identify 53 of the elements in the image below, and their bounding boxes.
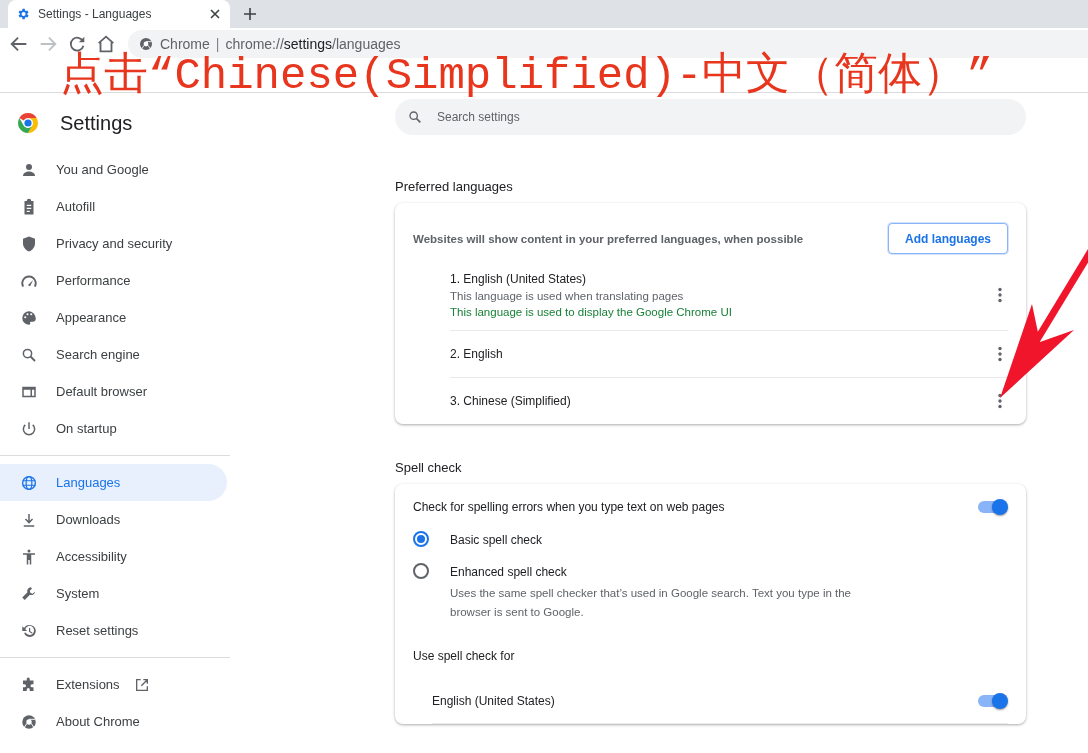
sidebar-item[interactable]: Languages — [0, 464, 227, 501]
setting-label: Check for spelling errors when you type text on web pages — [413, 499, 725, 514]
sidebar-item[interactable]: Performance — [0, 262, 227, 299]
chrome-icon — [138, 36, 154, 52]
sidebar-item[interactable]: Search engine — [0, 336, 227, 373]
option-label: Basic spell check — [450, 533, 543, 547]
menu-item-icon — [20, 584, 38, 603]
sidebar-item[interactable]: You and Google — [0, 151, 227, 188]
menu-item-icon — [20, 712, 38, 731]
chrome-logo — [16, 111, 40, 135]
sidebar-item[interactable]: About Chrome — [0, 703, 227, 740]
browser-tab[interactable]: Settings - Languages — [8, 0, 230, 28]
language-note: This language is used when translating pages — [450, 290, 685, 302]
sidebar-item[interactable]: Downloads — [0, 501, 227, 538]
language-name: 2. English — [450, 347, 503, 361]
sidebar-item[interactable]: On startup — [0, 410, 227, 447]
search-field[interactable]: Search settings — [395, 99, 1026, 135]
add-languages-button[interactable]: Add languages — [888, 223, 1008, 254]
menu-item-icon — [20, 419, 38, 438]
language-name: English (United States) — [432, 693, 555, 708]
toggle-switch[interactable] — [976, 498, 1008, 515]
radio-button[interactable] — [413, 531, 429, 547]
sidebar-item[interactable]: Extensions — [0, 666, 227, 703]
language-name: 3. Chinese (Simplified) — [450, 394, 571, 408]
sidebar-item[interactable]: Accessibility — [0, 538, 227, 575]
radio-button[interactable] — [413, 563, 429, 579]
new-tab-icon[interactable] — [242, 6, 258, 22]
language-name: 1. English (United States) — [450, 272, 588, 286]
option-description: Uses the same spell checker that’s used in Google search. Text you type in the browser is sent to Google. — [450, 586, 853, 620]
close-icon[interactable] — [208, 7, 222, 21]
sidebar-item[interactable]: Reset settings — [0, 612, 227, 649]
sidebar-item[interactable]: System — [0, 575, 227, 612]
sidebar-item[interactable]: Default browser — [0, 373, 227, 410]
card-description: Websites will show content in your preferred languages, when possible — [413, 232, 804, 245]
site-label: Chrome — [160, 36, 210, 52]
section-heading: Preferred languages — [395, 178, 514, 196]
url-text: chrome://settings/languages — [225, 36, 401, 52]
menu-item-icon — [20, 308, 38, 327]
sidebar-item[interactable]: Privacy and security — [0, 225, 227, 262]
sidebar-item[interactable]: Autofill — [0, 188, 227, 225]
search-icon — [407, 109, 423, 125]
menu-item-icon — [20, 234, 38, 253]
menu-item-icon — [20, 547, 38, 566]
settings-icon — [16, 7, 30, 21]
language-note: This language is used to display the Google Chrome UI — [450, 306, 732, 318]
separator: | — [215, 36, 220, 52]
option-label: Enhanced spell check — [450, 565, 568, 579]
section-heading: Spell check — [395, 459, 463, 477]
toggle-switch[interactable] — [976, 692, 1008, 709]
subsection-label: Use spell check for — [413, 649, 515, 663]
page-title: Settings — [60, 111, 133, 135]
sidebar-item[interactable]: Appearance — [0, 299, 227, 336]
menu-item-icon — [20, 473, 38, 492]
